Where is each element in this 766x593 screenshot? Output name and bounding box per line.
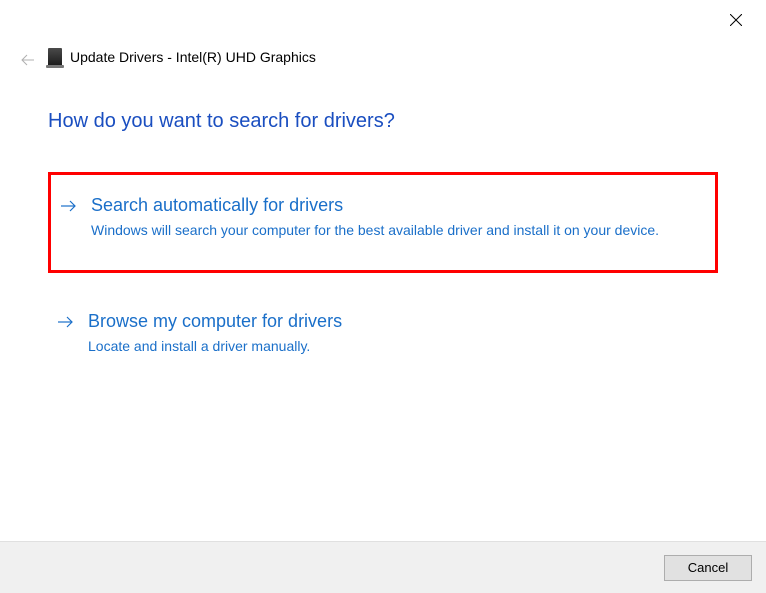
arrow-right-icon xyxy=(61,199,77,218)
option-browse-computer[interactable]: Browse my computer for drivers Locate an… xyxy=(48,301,718,370)
dialog-footer: Cancel xyxy=(0,541,766,593)
option-text-block: Search automatically for drivers Windows… xyxy=(91,195,705,240)
option-text-block: Browse my computer for drivers Locate an… xyxy=(88,311,708,356)
back-arrow-icon xyxy=(21,53,35,67)
option-description: Locate and install a driver manually. xyxy=(88,336,708,356)
back-button[interactable] xyxy=(18,50,38,70)
option-title: Browse my computer for drivers xyxy=(88,311,708,332)
close-button[interactable] xyxy=(726,10,746,30)
device-icon xyxy=(48,48,62,66)
option-title: Search automatically for drivers xyxy=(91,195,705,216)
option-search-automatically[interactable]: Search automatically for drivers Windows… xyxy=(48,172,718,273)
page-title: How do you want to search for drivers? xyxy=(48,110,395,133)
option-description: Windows will search your computer for th… xyxy=(91,220,705,240)
dialog-header: Update Drivers - Intel(R) UHD Graphics xyxy=(48,48,316,66)
arrow-right-icon xyxy=(58,315,74,334)
options-list: Search automatically for drivers Windows… xyxy=(48,172,718,371)
dialog-title: Update Drivers - Intel(R) UHD Graphics xyxy=(70,49,316,65)
cancel-button[interactable]: Cancel xyxy=(664,555,752,581)
close-icon xyxy=(730,14,742,26)
